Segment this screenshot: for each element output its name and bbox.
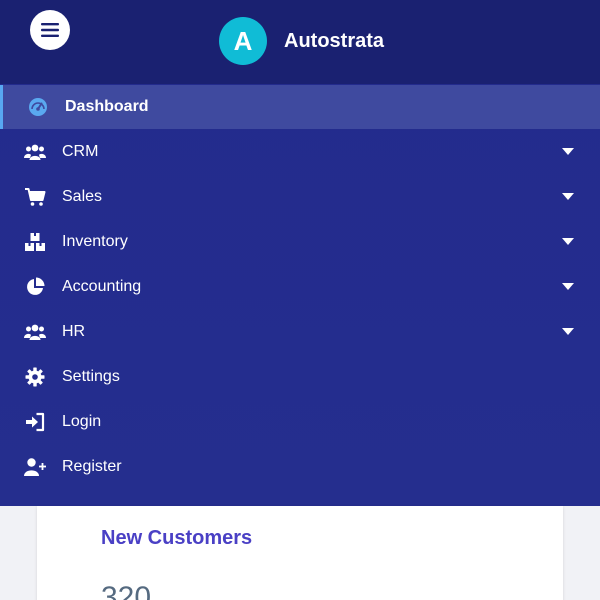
sidebar-nav: Dashboard CRM Sales Inventory Accounting… <box>0 84 600 506</box>
nav-label-crm: CRM <box>62 143 99 160</box>
pie-chart-icon <box>24 276 46 298</box>
chevron-down-icon[interactable] <box>562 238 574 245</box>
users-icon <box>24 141 46 163</box>
users-icon <box>24 321 46 343</box>
nav-label-register: Register <box>62 458 122 475</box>
nav-label-inventory: Inventory <box>62 233 128 250</box>
nav-label-accounting: Accounting <box>62 278 142 295</box>
nav-label-settings: Settings <box>62 368 120 385</box>
nav-item-login[interactable]: Login <box>0 400 600 444</box>
dashboard-icon <box>27 96 49 118</box>
chevron-down-icon[interactable] <box>562 193 574 200</box>
nav-label-hr: HR <box>62 323 86 340</box>
cart-icon <box>24 186 46 208</box>
nav-label-sales: Sales <box>62 188 103 205</box>
logo-letter: A <box>233 25 253 56</box>
hamburger-icon <box>41 23 59 37</box>
app-title: Autostrata <box>284 30 385 52</box>
nav-item-settings[interactable]: Settings <box>0 355 600 399</box>
menu-toggle-button[interactable] <box>30 10 70 50</box>
card-value: 320 <box>101 581 152 600</box>
nav-item-inventory[interactable]: Inventory <box>0 220 600 264</box>
chevron-down-icon[interactable] <box>562 328 574 335</box>
chevron-down-icon[interactable] <box>562 148 574 155</box>
nav-item-hr[interactable]: HR <box>0 310 600 354</box>
top-header: A Autostrata <box>0 0 600 84</box>
nav-item-crm[interactable]: CRM <box>0 130 600 174</box>
card-title: New Customers <box>101 527 253 549</box>
gear-icon <box>24 366 46 388</box>
chevron-down-icon[interactable] <box>562 283 574 290</box>
nav-label-dashboard: Dashboard <box>65 98 149 115</box>
nav-item-sales[interactable]: Sales <box>0 175 600 219</box>
sign-in-icon <box>24 411 46 433</box>
nav-item-dashboard[interactable]: Dashboard <box>0 85 600 129</box>
boxes-icon <box>24 231 46 253</box>
app-logo[interactable]: A <box>219 17 267 65</box>
nav-item-register[interactable]: Register <box>0 445 600 489</box>
nav-label-login: Login <box>62 413 102 430</box>
user-plus-icon <box>24 456 46 478</box>
nav-item-accounting[interactable]: Accounting <box>0 265 600 309</box>
new-customers-card: New Customers 320 <box>37 506 563 600</box>
